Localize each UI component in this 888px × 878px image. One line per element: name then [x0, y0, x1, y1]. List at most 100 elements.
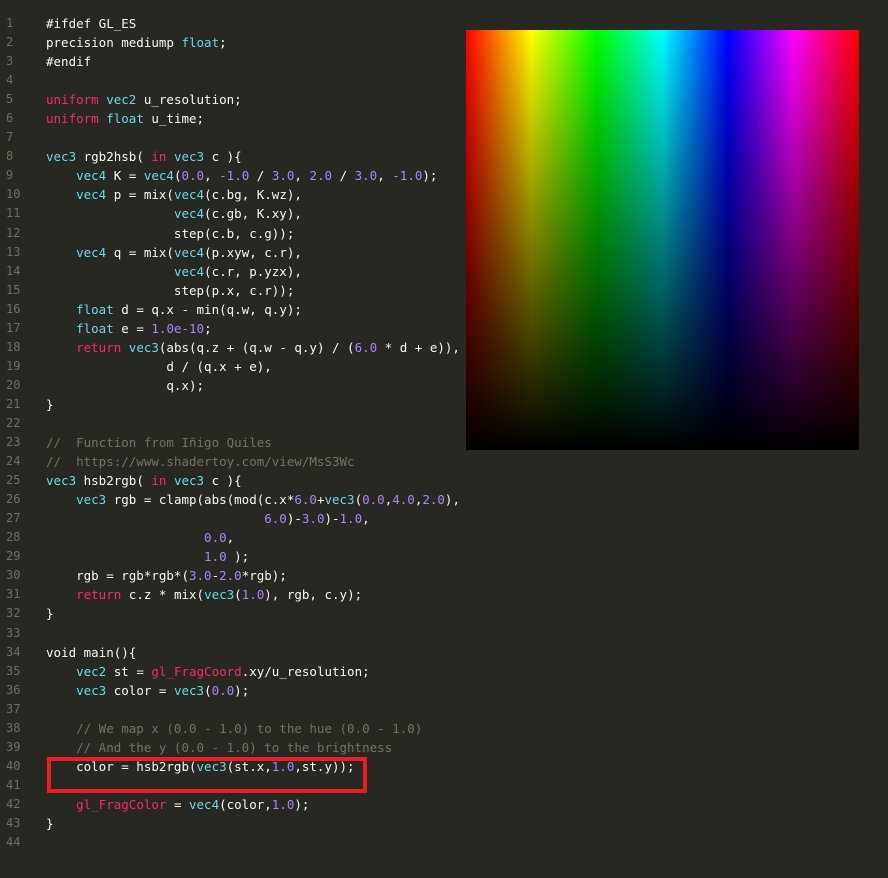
code-line[interactable]: 42 gl_FragColor = vec4(color,1.0);: [0, 795, 460, 814]
code-line[interactable]: 8 vec3 rgb2hsb( in vec3 c ){: [0, 147, 460, 166]
code-line[interactable]: 33: [0, 624, 460, 643]
line-number: 22: [6, 415, 21, 430]
line-number: 3: [6, 54, 14, 69]
line-number: 25: [6, 473, 21, 488]
line-number: 30: [6, 568, 21, 583]
code-token: st =: [106, 663, 152, 679]
code-token: gl_FragCoord: [151, 663, 242, 679]
line-code: #endif: [46, 52, 91, 71]
code-token: (color,: [219, 796, 272, 812]
code-line[interactable]: 1 #ifdef GL_ES: [0, 14, 460, 33]
line-code: vec3 rgb2hsb( in vec3 c ){: [46, 147, 242, 166]
line-code: q.x);: [46, 376, 204, 395]
code-line[interactable]: 27 6.0)-3.0)-1.0,: [0, 509, 460, 528]
code-token: void main(){: [46, 644, 137, 660]
code-token: 1.0: [271, 796, 295, 812]
code-line[interactable]: 37: [0, 700, 460, 719]
code-token: vec4: [173, 187, 205, 203]
code-line[interactable]: 43}: [0, 814, 460, 833]
line-number: 21: [6, 396, 21, 411]
code-token: float: [181, 35, 220, 51]
code-line[interactable]: 2 precision mediump float;: [0, 33, 460, 52]
code-line[interactable]: 14 vec4(c.r, p.yzx),: [0, 262, 460, 281]
code-line[interactable]: 13 vec4 q = mix(vec4(p.xyw, c.r),: [0, 243, 460, 262]
code-line[interactable]: 11 vec4(c.gb, K.xy),: [0, 204, 460, 223]
line-code: void main(){: [46, 643, 136, 662]
code-line[interactable]: 4: [0, 71, 460, 90]
line-number: 24: [6, 454, 21, 469]
code-token: vec4: [173, 244, 205, 260]
code-line[interactable]: 23 // Function from Iñigo Quiles: [0, 433, 460, 452]
code-line[interactable]: 9 vec4 K = vec4(0.0, -1.0 / 3.0, 2.0 / 3…: [0, 166, 460, 185]
code-line[interactable]: 24 // https://www.shadertoy.com/view/MsS3…: [0, 452, 460, 471]
code-line[interactable]: 32}: [0, 604, 460, 623]
code-token: in: [151, 473, 167, 489]
line-code: }: [46, 604, 54, 623]
code-line[interactable]: 44: [0, 833, 460, 852]
code-token: u_time;: [143, 111, 205, 127]
code-line[interactable]: 21}: [0, 395, 460, 414]
code-token: 3.0: [189, 568, 212, 584]
code-line[interactable]: 34 void main(){: [0, 643, 460, 662]
code-token: float: [76, 301, 114, 317]
code-token: 3.0: [271, 168, 295, 184]
code-line[interactable]: 7: [0, 128, 460, 147]
code-token: // And the y (0.0 - 1.0) to the brightne…: [46, 739, 393, 755]
code-token: /: [332, 168, 355, 184]
code-token: step(p.x, c.r));: [46, 282, 295, 298]
code-line[interactable]: 16 float d = q.x - min(q.w, q.y);: [0, 300, 460, 319]
code-line[interactable]: 20 q.x);: [0, 376, 460, 395]
line-code: vec2 st = gl_FragCoord.xy/u_resolution;: [46, 662, 370, 681]
code-line[interactable]: 30 rgb = rgb*rgb*(3.0-2.0*rgb);: [0, 566, 460, 585]
code-token: vec3: [173, 149, 205, 165]
line-code: vec3 color = vec3(0.0);: [46, 681, 249, 700]
code-line[interactable]: 3 #endif: [0, 52, 460, 71]
code-token: (: [173, 168, 182, 184]
line-code: return vec3(abs(q.z + (q.w - q.y) / (6.0…: [46, 338, 460, 357]
code-line[interactable]: 39 // And the y (0.0 - 1.0) to the brigh…: [0, 738, 460, 757]
code-token: /: [249, 168, 272, 184]
code-line[interactable]: 18 return vec3(abs(q.z + (q.w - q.y) / (…: [0, 338, 460, 357]
code-line[interactable]: 19 d / (q.x + e),: [0, 357, 460, 376]
code-line[interactable]: 35 vec2 st = gl_FragCoord.xy/u_resolutio…: [0, 662, 460, 681]
code-line[interactable]: 17 float e = 1.0e-10;: [0, 319, 460, 338]
code-token: 6.0: [294, 492, 317, 508]
code-line[interactable]: 12 step(c.b, c.g));: [0, 224, 460, 243]
code-line[interactable]: 5 uniform vec2 u_resolution;: [0, 90, 460, 109]
code-token: rgb = rgb*rgb*(: [46, 568, 189, 584]
line-code: 1.0 );: [46, 547, 249, 566]
code-line[interactable]: 38 // We map x (0.0 - 1.0) to the hue (0…: [0, 719, 460, 738]
code-line[interactable]: 28 0.0,: [0, 528, 460, 547]
line-number: 36: [6, 682, 21, 697]
code-token: vec3: [128, 339, 159, 355]
code-token: precision mediump: [46, 35, 182, 51]
code-editor[interactable]: 1 #ifdef GL_ES 2 precision mediump float; 3 #…: [0, 14, 460, 852]
code-token: vec2: [106, 92, 137, 108]
code-line[interactable]: 25 vec3 hsb2rgb( in vec3 c ){: [0, 471, 460, 490]
line-number: 12: [6, 225, 21, 240]
code-line[interactable]: 29 1.0 );: [0, 547, 460, 566]
code-token: vec3: [324, 492, 355, 508]
code-token: (abs(q.z + (q.w - q.y) / (: [158, 339, 355, 355]
code-line[interactable]: 22: [0, 414, 460, 433]
code-line[interactable]: 15 step(p.x, c.r));: [0, 281, 460, 300]
code-line[interactable]: 26 vec3 rgb = clamp(abs(mod(c.x*6.0+vec3…: [0, 490, 460, 509]
code-line[interactable]: 36 vec3 color = vec3(0.0);: [0, 681, 460, 700]
code-line[interactable]: 6 uniform float u_time;: [0, 109, 460, 128]
code-token: #endif: [46, 54, 92, 70]
code-token: }: [46, 396, 54, 412]
code-token: return: [76, 339, 122, 355]
line-number: 18: [6, 339, 21, 354]
code-token: 0.0: [211, 682, 235, 698]
code-token: uniform: [46, 111, 99, 127]
code-token: ,: [377, 168, 393, 184]
code-line[interactable]: 31 return c.z * mix(vec3(1.0), rgb, c.y)…: [0, 585, 460, 604]
code-token: );: [234, 682, 250, 698]
code-line[interactable]: 10 vec4 p = mix(vec4(c.bg, K.wz),: [0, 185, 460, 204]
code-token: (: [354, 492, 363, 508]
line-code: rgb = rgb*rgb*(3.0-2.0*rgb);: [46, 566, 287, 585]
